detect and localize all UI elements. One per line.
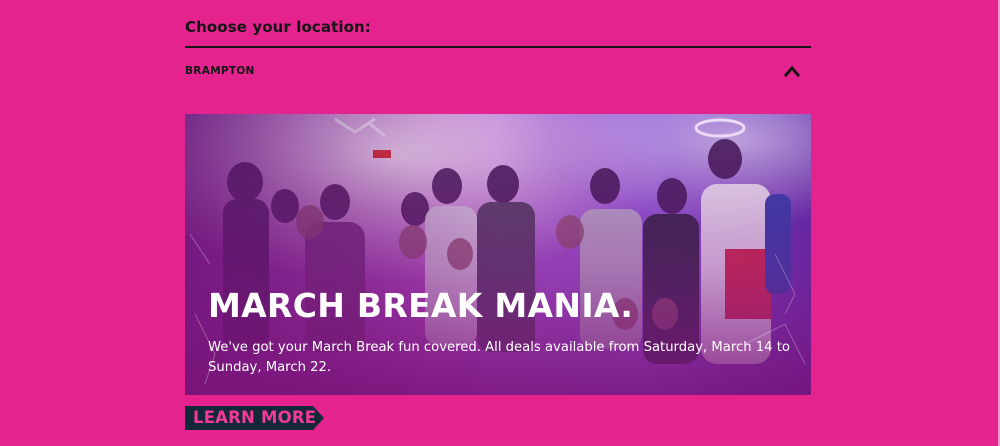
heading-divider — [185, 46, 811, 48]
promo-banner: MARCH BREAK MANIA. We've got your March … — [185, 114, 811, 395]
learn-more-button[interactable]: LEARN MORE — [185, 406, 325, 430]
promo-title: MARCH BREAK MANIA. — [208, 286, 634, 325]
chevron-up-icon — [784, 65, 800, 78]
selected-location-label: BRAMPTON — [185, 65, 255, 77]
location-accordion-toggle[interactable]: BRAMPTON — [185, 56, 811, 88]
promo-description: We've got your March Break fun covered. … — [208, 340, 790, 375]
choose-location-heading: Choose your location: — [185, 18, 371, 36]
learn-more-label: LEARN MORE — [193, 408, 317, 427]
